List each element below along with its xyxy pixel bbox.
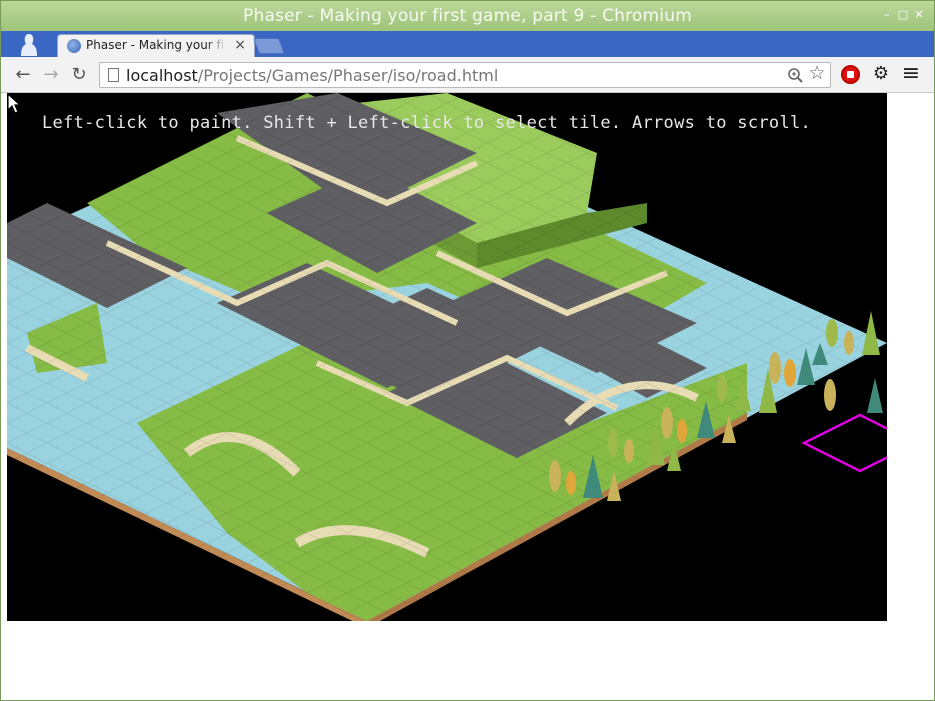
instructions-text: Left-click to paint. Shift + Left-click …: [42, 113, 812, 133]
tab-phaser[interactable]: Phaser - Making your first game, part 9 …: [57, 34, 255, 57]
address-bar[interactable]: localhost/Projects/Games/Phaser/iso/road…: [99, 62, 831, 88]
url-text[interactable]: localhost/Projects/Games/Phaser/iso/road…: [126, 66, 498, 85]
page-icon: [108, 68, 119, 82]
browser-window: Phaser - Making your first game, part 9 …: [0, 0, 935, 701]
tab-strip: Phaser - Making your first game, part 9 …: [1, 31, 934, 57]
close-button[interactable]: ✕: [913, 9, 925, 21]
settings-gear-icon[interactable]: ⚙: [870, 63, 892, 85]
menu-icon[interactable]: ≡: [900, 63, 922, 85]
magnifier-icon[interactable]: [786, 66, 804, 84]
back-button[interactable]: ←: [11, 63, 35, 87]
bookmark-star-icon[interactable]: ☆: [808, 64, 826, 83]
browser-toolbar: ← → ↻ localhost/Projects/Games/Phaser/is…: [1, 57, 934, 93]
globe-icon: [67, 39, 81, 53]
minimize-button[interactable]: –: [881, 9, 893, 21]
title-bar[interactable]: Phaser - Making your first game, part 9 …: [1, 1, 934, 31]
maximize-button[interactable]: □: [897, 9, 909, 21]
tab-close-icon[interactable]: ×: [234, 37, 246, 53]
url-host: localhost: [126, 66, 198, 85]
game-canvas[interactable]: Left-click to paint. Shift + Left-click …: [7, 93, 887, 621]
reload-button[interactable]: ↻: [67, 63, 91, 87]
adblock-extension-icon[interactable]: [841, 65, 860, 84]
tab-label: Phaser - Making your first game, part 9: [86, 38, 226, 52]
forward-button[interactable]: →: [39, 63, 63, 87]
isometric-map[interactable]: [7, 93, 887, 621]
window-title: Phaser - Making your first game, part 9 …: [243, 6, 692, 26]
page-viewport: Left-click to paint. Shift + Left-click …: [6, 93, 931, 698]
new-tab-button[interactable]: [253, 38, 285, 54]
profile-avatar-icon[interactable]: [17, 32, 41, 56]
mouse-pointer-icon: [7, 93, 22, 114]
tile-grid: [7, 93, 887, 621]
url-path: /Projects/Games/Phaser/iso/road.html: [197, 66, 499, 85]
